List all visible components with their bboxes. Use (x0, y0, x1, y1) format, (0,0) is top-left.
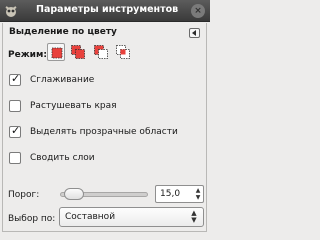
select-transparent-checkbox[interactable] (9, 124, 21, 138)
replace-mode-button[interactable] (47, 43, 65, 61)
intersect-mode-icon (116, 45, 130, 59)
select-by-value: Составной (65, 212, 116, 222)
dropdown-arrows-icon: ▲ ▼ (191, 209, 197, 224)
threshold-spinbox[interactable]: 15,0 ▲ ▼ (155, 185, 204, 203)
add-mode-icon (71, 45, 85, 59)
subtract-mode-button[interactable] (92, 43, 110, 61)
tool-options-panel: Выделение по цвету Режим: Сглаживание Ра… (2, 23, 207, 232)
intersect-mode-button[interactable] (114, 43, 132, 61)
antialias-checkbox[interactable] (9, 72, 21, 86)
tool-name: Выделение по цвету (9, 27, 117, 37)
spin-down-icon[interactable]: ▼ (194, 194, 202, 201)
spin-up-icon[interactable]: ▲ (194, 187, 202, 194)
window-titlebar[interactable]: Параметры инструментов × (0, 0, 210, 22)
gimp-app-icon[interactable] (4, 4, 18, 18)
add-mode-button[interactable] (69, 43, 87, 61)
feather-edges-label: Растушевать края (30, 101, 117, 111)
mode-label: Режим: (8, 50, 47, 60)
feather-edges-checkbox[interactable] (9, 100, 21, 112)
threshold-label: Порог: (8, 190, 40, 200)
select-by-label: Выбор по: (8, 214, 56, 224)
select-transparent-label: Выделять прозрачные области (30, 127, 178, 137)
threshold-value: 15,0 (160, 189, 181, 199)
spin-arrows[interactable]: ▲ ▼ (194, 187, 202, 201)
replace-mode-icon (51, 47, 63, 59)
panel-menu-button[interactable] (189, 28, 200, 38)
sample-merged-checkbox[interactable] (9, 152, 21, 164)
subtract-mode-icon (94, 45, 108, 59)
sample-merged-label: Сводить слои (30, 153, 95, 163)
close-button[interactable]: × (191, 4, 205, 18)
antialias-label: Сглаживание (30, 75, 95, 85)
threshold-slider-handle[interactable] (64, 188, 85, 200)
select-by-dropdown[interactable]: Составной ▲ ▼ (59, 207, 204, 227)
window-title: Параметры инструментов (36, 4, 179, 15)
